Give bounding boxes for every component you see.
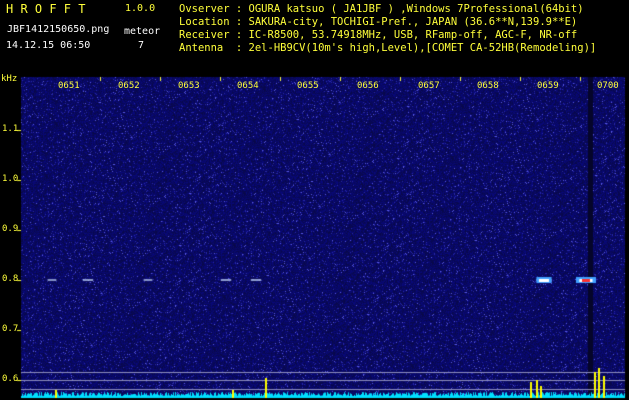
info-observer: Ovserver : OGURA katsuo ( JA1JBF ) ,Wind…	[179, 3, 584, 15]
app-title: H R O F F T	[6, 2, 86, 16]
x-tick-label: 0652	[118, 81, 140, 91]
y-tick-label: 1.0	[2, 174, 19, 184]
app-version: 1.0.0	[125, 3, 156, 14]
x-tick-label: 0654	[237, 81, 259, 91]
x-tick-label: 0655	[297, 81, 319, 91]
x-tick-label: 0657	[418, 81, 440, 91]
y-tick-label: 0.6	[2, 374, 19, 384]
info-receiver: Receiver : IC-R8500, 53.74918MHz, USB, R…	[179, 29, 578, 41]
x-tick-label: 0656	[357, 81, 379, 91]
y-tick-label: 0.7	[2, 324, 19, 334]
spectrogram-canvas	[0, 0, 629, 400]
info-antenna: Antenna : 2el-HB9CV(10m's high,Level),[C…	[179, 42, 597, 54]
y-tick-label: 0.9	[2, 224, 19, 234]
date-time: 14.12.15 06:50	[6, 40, 91, 51]
y-axis-unit: kHz	[1, 74, 18, 84]
x-tick-label: 0653	[178, 81, 200, 91]
meteor-count: 7	[138, 40, 145, 51]
y-tick-label: 1.1	[2, 124, 19, 134]
x-tick-label: 0659	[537, 81, 559, 91]
x-tick-label: 0651	[58, 81, 80, 91]
file-name: JBF1412150650.png	[7, 24, 110, 35]
info-location: Location : SAKURA-city, TOCHIGI-Pref., J…	[179, 16, 578, 28]
x-tick-label: 0700	[597, 81, 619, 91]
meteor-label: meteor	[124, 26, 161, 37]
y-tick-label: 0.8	[2, 274, 19, 284]
x-tick-label: 0658	[477, 81, 499, 91]
